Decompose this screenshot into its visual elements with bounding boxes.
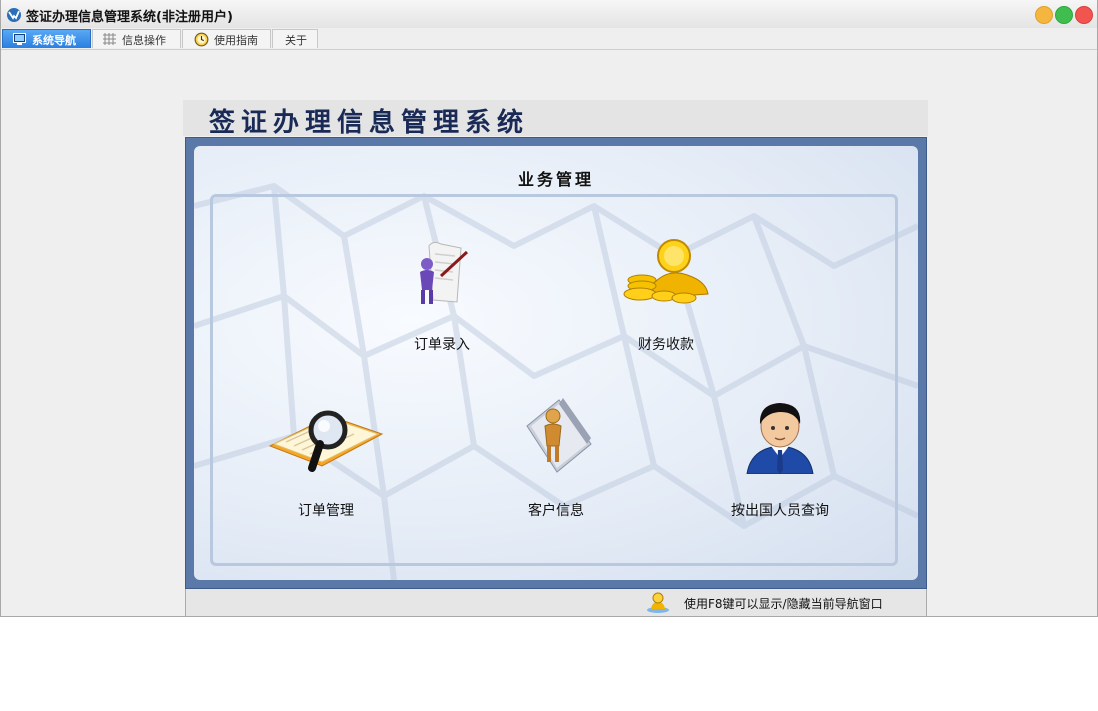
tab-label: 系统导航 [32,34,76,47]
monitor-icon [13,33,26,45]
nav-header-title: 签证办理信息管理系统 [209,108,530,138]
app-logo-icon [7,8,21,22]
nav-item-person-query[interactable]: 按出国人员查询 [700,398,860,519]
section-title: 业务管理 [517,170,594,189]
tab-about[interactable]: 关于 [272,29,318,48]
tab-label: 信息操作 [122,34,166,47]
window-title: 签证办理信息管理系统(非注册用户) [26,10,233,25]
title-bar: 签证办理信息管理系统(非注册用户) [1,0,1097,29]
order-entry-icon [420,241,469,304]
nav-item-label: 财务收款 [638,337,694,353]
minimize-button[interactable] [1035,6,1053,24]
status-bar: 使用F8键可以显示/隐藏当前导航窗口 [185,589,927,616]
user-hint-icon [647,592,669,613]
tab-usage-guide[interactable]: 使用指南 [182,29,271,48]
tab-label: 使用指南 [214,34,258,47]
status-text: 使用F8键可以显示/隐藏当前导航窗口 [684,597,883,611]
tab-bar: 系统导航 信息操作 使用指南 关于 [1,28,1097,50]
grid-icon [103,33,116,45]
clock-icon [194,32,209,47]
nav-item-order-management[interactable]: 订单管理 [246,398,406,519]
person-query-icon [746,403,814,474]
nav-header: 签证办理信息管理系统 [183,100,928,138]
nav-item-finance[interactable]: 财务收款 [586,238,746,353]
nav-item-label: 订单管理 [298,503,354,519]
finance-coins-icon [623,239,709,304]
nav-item-order-entry[interactable]: 订单录入 [362,238,522,353]
magnifier-book-icon [268,410,384,472]
nav-inner: 业务管理 订单录入 财务收款 订单管理 客户信息 按出国人员查询 [194,146,918,580]
tab-info-ops[interactable]: 信息操作 [92,29,181,48]
nav-item-label: 订单录入 [414,337,470,353]
tab-label: 关于 [285,34,307,47]
tab-system-nav[interactable]: 系统导航 [2,29,91,48]
close-button[interactable] [1075,6,1093,24]
app-window: 签证办理信息管理系统(非注册用户) 系统导航 信息操作 使用指南 关于 签证办理… [0,0,1098,617]
maximize-button[interactable] [1055,6,1073,24]
customer-figure-icon [526,398,592,473]
nav-panel: 业务管理 订单录入 财务收款 订单管理 客户信息 按出国人员查询 [185,137,927,589]
nav-item-label: 按出国人员查询 [731,503,829,519]
nav-item-label: 客户信息 [528,503,584,519]
nav-item-customer-info[interactable]: 客户信息 [476,398,636,519]
